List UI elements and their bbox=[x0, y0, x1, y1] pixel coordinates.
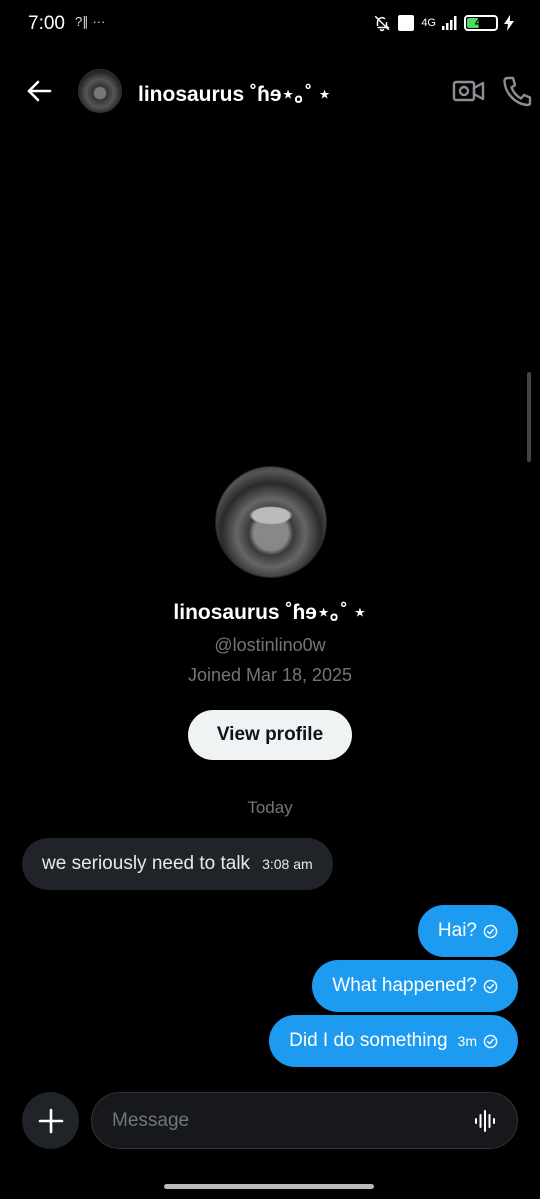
status-bar: 7:00 ?∥ ··· 4G 41 bbox=[0, 0, 540, 50]
voice-waveform-icon[interactable] bbox=[473, 1109, 497, 1133]
message-text: we seriously need to talk bbox=[42, 853, 251, 874]
profile-avatar[interactable] bbox=[215, 466, 327, 578]
conversation-header: linosaurus ˚ɦɘ⋆｡˚ ⋆ bbox=[0, 60, 540, 122]
message-incoming[interactable]: we seriously need to talk 3:08 am bbox=[22, 838, 333, 890]
message-text: What happened? bbox=[332, 975, 477, 996]
profile-handle: @lostinlino0w bbox=[214, 635, 326, 655]
message-text: Did I do something bbox=[289, 1030, 448, 1051]
profile-name: linosaurus ˚ɦɘ⋆｡˚ ⋆ bbox=[173, 601, 367, 624]
sent-check-icon bbox=[483, 1034, 498, 1048]
message-outgoing[interactable]: Hai? bbox=[417, 905, 518, 957]
plus-icon bbox=[38, 1108, 63, 1133]
sent-check-icon bbox=[483, 924, 498, 938]
home-indicator[interactable] bbox=[164, 1184, 374, 1189]
message-input[interactable] bbox=[112, 1093, 452, 1148]
status-time: 7:00 bbox=[28, 13, 65, 34]
battery-level: 41 bbox=[474, 17, 488, 29]
status-right-icons: 4G 41 bbox=[373, 14, 514, 32]
profile-joined-date: Joined Mar 18, 2025 bbox=[187, 665, 353, 685]
signal-icon bbox=[442, 16, 457, 30]
charging-icon bbox=[504, 15, 514, 31]
phone-icon[interactable] bbox=[502, 74, 532, 108]
battery-icon: 41 bbox=[464, 15, 498, 31]
video-camera-icon[interactable] bbox=[452, 76, 486, 106]
header-avatar[interactable] bbox=[78, 69, 122, 113]
status-left-icons: ?∥ ··· bbox=[75, 14, 106, 29]
view-profile-button[interactable]: View profile bbox=[188, 710, 352, 760]
date-separator: Today bbox=[247, 798, 293, 817]
header-title[interactable]: linosaurus ˚ɦɘ⋆｡˚ ⋆ bbox=[138, 78, 331, 108]
message-text: Hai? bbox=[437, 920, 477, 941]
message-composer bbox=[91, 1092, 518, 1149]
add-attachment-button[interactable] bbox=[22, 1092, 79, 1149]
scrollbar[interactable] bbox=[527, 372, 531, 462]
mute-bell-icon bbox=[375, 15, 391, 32]
back-arrow-icon[interactable] bbox=[22, 74, 56, 108]
volte-icon bbox=[398, 15, 415, 31]
network-type: 4G bbox=[421, 17, 436, 29]
sent-check-icon bbox=[483, 979, 498, 993]
message-time: 3:08 am bbox=[262, 856, 313, 872]
message-outgoing[interactable]: Did I do something 3m bbox=[269, 1015, 518, 1067]
message-time: 3m bbox=[457, 1033, 477, 1049]
message-outgoing[interactable]: What happened? bbox=[312, 960, 518, 1012]
